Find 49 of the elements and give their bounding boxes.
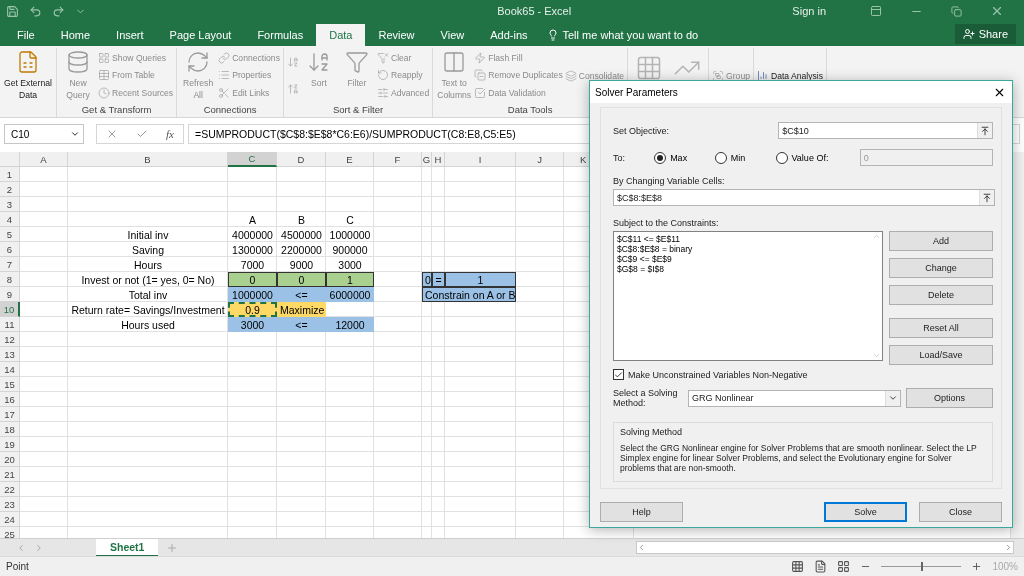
group-title: Solving Method (620, 427, 684, 437)
cell: 0.9 (228, 302, 277, 317)
group-label: Get & Transform (80, 104, 153, 117)
cell-text: Hours (133, 257, 163, 272)
cell-text: Invest or not (1= yes, 0= No) (80, 272, 216, 287)
zoom-level: 100% (992, 561, 1018, 572)
status-text: Point (6, 561, 29, 572)
cell-text: 2200000 (280, 242, 323, 257)
field-label: By Changing Variable Cells: (613, 176, 726, 186)
group-label: Sort & Filter (331, 104, 385, 117)
description-text: Select the GRG Nonlinear engine for Solver Problems that are smooth nonlinear. Select the LP Simplex engine for linear Solver Problems, and select the Evolutionary engine for Solver problems that are non-smooth. (620, 443, 978, 473)
cell-text: B (297, 212, 306, 227)
field-label: Select a Solving Method: (613, 388, 679, 408)
cell-text: 4500000 (280, 227, 323, 242)
cell: 12000 (326, 317, 374, 332)
cell: <= (277, 317, 326, 332)
cell-text: 9000 (288, 257, 315, 272)
cell: = (432, 272, 445, 287)
cell-text: Total inv (127, 287, 169, 302)
cell-text: A (248, 212, 257, 227)
field-label: To: (613, 152, 626, 163)
cell-text: Saving (130, 242, 166, 257)
cell: 1 (445, 272, 516, 287)
cell: Maximize (277, 302, 326, 317)
cell-text: Initial inv (126, 227, 170, 242)
cell: 1000000 (228, 287, 277, 302)
field-label: Subject to the Constraints: (613, 218, 720, 228)
group-label: Data Tools (506, 104, 554, 117)
cell: 0 (228, 272, 277, 287)
cell-text: 3000 (337, 257, 363, 272)
cell-text: Return rate= Savings/Investment (70, 302, 226, 317)
cell: 6000000 (326, 287, 374, 302)
window-title: Book65 - Excel (496, 5, 573, 17)
cell: Constrain on A or B (422, 287, 516, 302)
cell-text: Hours used (120, 317, 176, 332)
dialog-title: Solver Parameters (595, 86, 678, 98)
checkbox-label: Make Unconstrained Variables Non-Negative (628, 369, 808, 380)
cell: 3000 (228, 317, 277, 332)
cell-text: 7000 (239, 257, 266, 272)
cell-text: 1000000 (328, 227, 372, 242)
cell-text: 4000000 (231, 227, 274, 242)
group-label: Connections (202, 104, 258, 117)
field-label: Set Objective: (613, 125, 671, 136)
cell-text: 1300000 (231, 242, 274, 257)
cell: 0 (277, 272, 326, 287)
cell-text: 900000 (331, 242, 369, 257)
cell: <= (277, 287, 326, 302)
cell-text: C (345, 212, 355, 227)
cell: 1 (326, 272, 374, 287)
